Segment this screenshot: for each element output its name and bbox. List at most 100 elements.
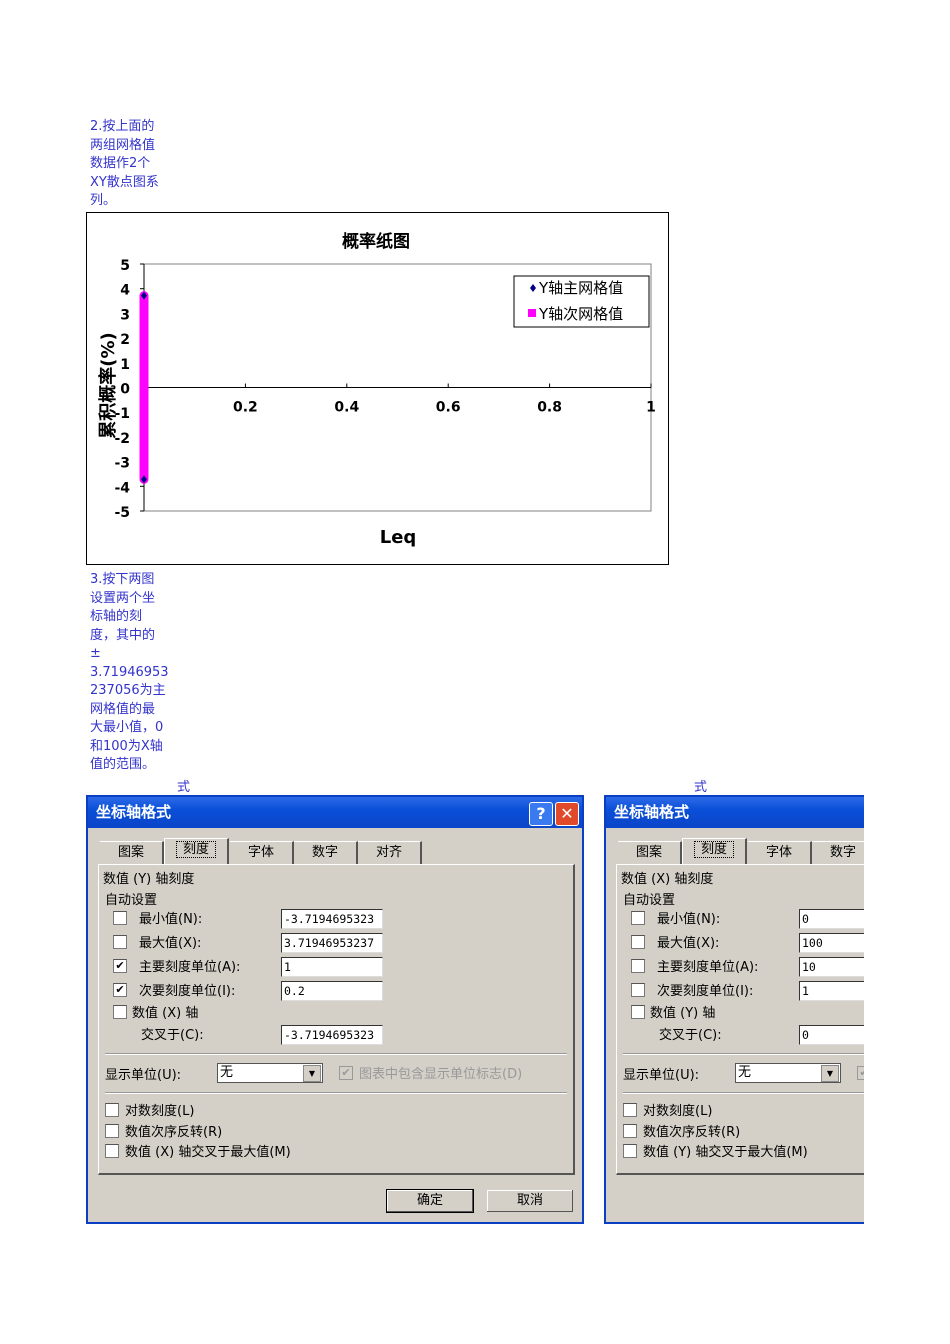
min-input[interactable]: 0 [799,909,864,929]
x-axis-title: Leq [380,527,417,548]
note-step-2: 2.按上面的 两组网格值 数据作2个 XY散点图系 列。 [90,118,159,211]
y-tick-label: 5 [120,258,130,274]
min-auto-checkbox[interactable] [631,911,645,925]
max-input[interactable]: 3.71946953237 [281,933,383,953]
help-button[interactable]: ? [529,802,553,826]
ok-button[interactable]: 确定 [386,1189,474,1213]
tab-label: 刻度 [175,841,216,858]
show-units-label-checkbox: ✔ [339,1066,353,1080]
max-input[interactable]: 100 [799,933,864,953]
major-unit-label: 主要刻度单位(A): [139,960,241,975]
dialog-title-bar[interactable]: 坐标轴格式 ? ✕ [88,797,582,828]
tab-font[interactable]: 字体 [230,841,294,864]
display-units-select[interactable]: 无 ▼ [735,1063,841,1083]
max-label: 最大值(X): [657,936,720,951]
minor-unit-input[interactable]: 1 [799,981,864,1001]
auto-label: 自动设置 [105,893,158,908]
cross-at-max-checkbox[interactable] [105,1144,119,1158]
tab-patterns[interactable]: 图案 [100,841,164,864]
display-units-label: 显示单位(U): [623,1068,700,1083]
note-line: 度，其中的 [90,627,156,643]
reverse-order-checkbox[interactable] [105,1124,119,1138]
legend-label-main: Y轴主网格值 [538,279,623,297]
chevron-down-icon[interactable]: ▼ [303,1065,321,1082]
tab-alignment[interactable]: 对齐 [358,841,422,864]
reverse-order-checkbox[interactable] [623,1124,637,1138]
min-input[interactable]: -3.7194695323 [281,909,383,929]
divider [623,1053,864,1055]
page: 2.按上面的 两组网格值 数据作2个 XY散点图系 列。 概率纸图 5 4 3 2 1 0-… [0,0,950,1344]
major-unit-input[interactable]: 10 [799,957,864,977]
reverse-order-label: 数值次序反转(R) [125,1125,223,1140]
note-line: XY散点图系 [90,174,159,190]
min-label: 最小值(N): [139,912,203,927]
major-unit-auto-checkbox[interactable] [631,959,645,973]
minor-unit-input[interactable]: 0.2 [281,981,383,1001]
x-tick-label: 0.2 [233,400,258,416]
format-axis-dialog-y: 坐标轴格式 ? ✕ 图案 刻度 字体 数字 对齐 数值 (Y) 轴刻度 自动设置… [86,795,584,1224]
note-line: 两组网格值 [90,137,156,153]
minor-unit-auto-checkbox[interactable] [631,983,645,997]
x-tick-label: 0.4 [334,400,359,416]
minor-unit-label: 次要刻度单位(I): [139,984,236,999]
y-tick-label: 4 [120,283,130,299]
tab-panel: 数值 (X) 轴刻度 自动设置 最小值(N): 0 最大值(X): 100 主要… [616,864,864,1175]
note-line: 网格值的最 [90,701,156,717]
tab-label: 刻度 [693,841,734,858]
x-tick-label: 1 [646,400,656,416]
cross-at-max-label: 数值 (Y) 轴交叉于最大值(M) [643,1145,808,1160]
x-tick-label: 0.6 [436,400,461,416]
y-tick-label: -5 [114,505,130,521]
chart-title: 概率纸图 [342,231,410,252]
section-title: 数值 (Y) 轴刻度 [103,872,195,887]
reverse-order-label: 数值次序反转(R) [643,1125,741,1140]
section-title: 数值 (X) 轴刻度 [621,872,714,887]
cross-at-input[interactable]: -3.7194695323 [281,1025,383,1045]
log-scale-checkbox[interactable] [623,1103,637,1117]
cross-auto-checkbox[interactable] [631,1005,645,1019]
close-button[interactable]: ✕ [555,802,579,826]
chevron-down-icon[interactable]: ▼ [821,1065,839,1082]
cross-at-max-checkbox[interactable] [623,1144,637,1158]
note-line: 3.按下两图 [90,572,155,587]
note-line: 值的范围。 [90,757,156,772]
cross-axis-label: 数值 (X) 轴 [132,1006,199,1021]
max-auto-checkbox[interactable] [113,935,127,949]
cancel-button[interactable]: 取消 [486,1189,574,1213]
chart-svg: 概率纸图543210-1-2-3-4-500.20.40.60.81Leq累积概… [97,231,656,548]
tab-panel: 数值 (Y) 轴刻度 自动设置 最小值(N): -3.7194695323 最大… [98,864,575,1175]
max-label: 最大值(X): [139,936,202,951]
tab-number[interactable]: 数字 [812,841,864,864]
legend-marker-minor [528,309,536,317]
note-line: 数据作2个 [90,156,151,171]
legend-label-minor: Y轴次网格值 [538,305,623,323]
cross-at-label: 交叉于(C): [659,1028,722,1043]
y-tick-label: 0 [120,382,130,398]
y-tick-label: -3 [114,456,130,472]
x-tick-label: 0.8 [537,400,562,416]
cross-auto-checkbox[interactable] [113,1005,127,1019]
min-auto-checkbox[interactable] [113,911,127,925]
major-unit-auto-checkbox[interactable]: ✔ [113,959,127,973]
dialog-title-bar[interactable]: 坐标轴格式 [606,797,864,828]
divider [105,1053,567,1055]
tab-number[interactable]: 数字 [294,841,358,864]
minor-unit-auto-checkbox[interactable]: ✔ [113,983,127,997]
tab-scale[interactable]: 刻度 [164,838,229,864]
display-units-select[interactable]: 无 ▼ [217,1063,323,1083]
note-line: 设置两个坐 [90,590,156,606]
tab-font[interactable]: 字体 [748,841,812,864]
tab-patterns[interactable]: 图案 [618,841,682,864]
max-auto-checkbox[interactable] [631,935,645,949]
cross-axis-label: 数值 (Y) 轴 [650,1006,716,1021]
cross-at-input[interactable]: 0 [799,1025,864,1045]
y-axis-title: 累积概率(%) [97,332,119,439]
tab-scale[interactable]: 刻度 [682,838,747,864]
log-scale-checkbox[interactable] [105,1103,119,1117]
probability-chart[interactable]: 概率纸图543210-1-2-3-4-500.20.40.60.81Leq累积概… [86,212,669,565]
major-unit-input[interactable]: 1 [281,957,383,977]
cross-at-label: 交叉于(C): [141,1028,204,1043]
minor-unit-label: 次要刻度单位(I): [657,984,754,999]
note-line: 2.按上面的 [90,119,155,134]
major-unit-label: 主要刻度单位(A): [657,960,759,975]
